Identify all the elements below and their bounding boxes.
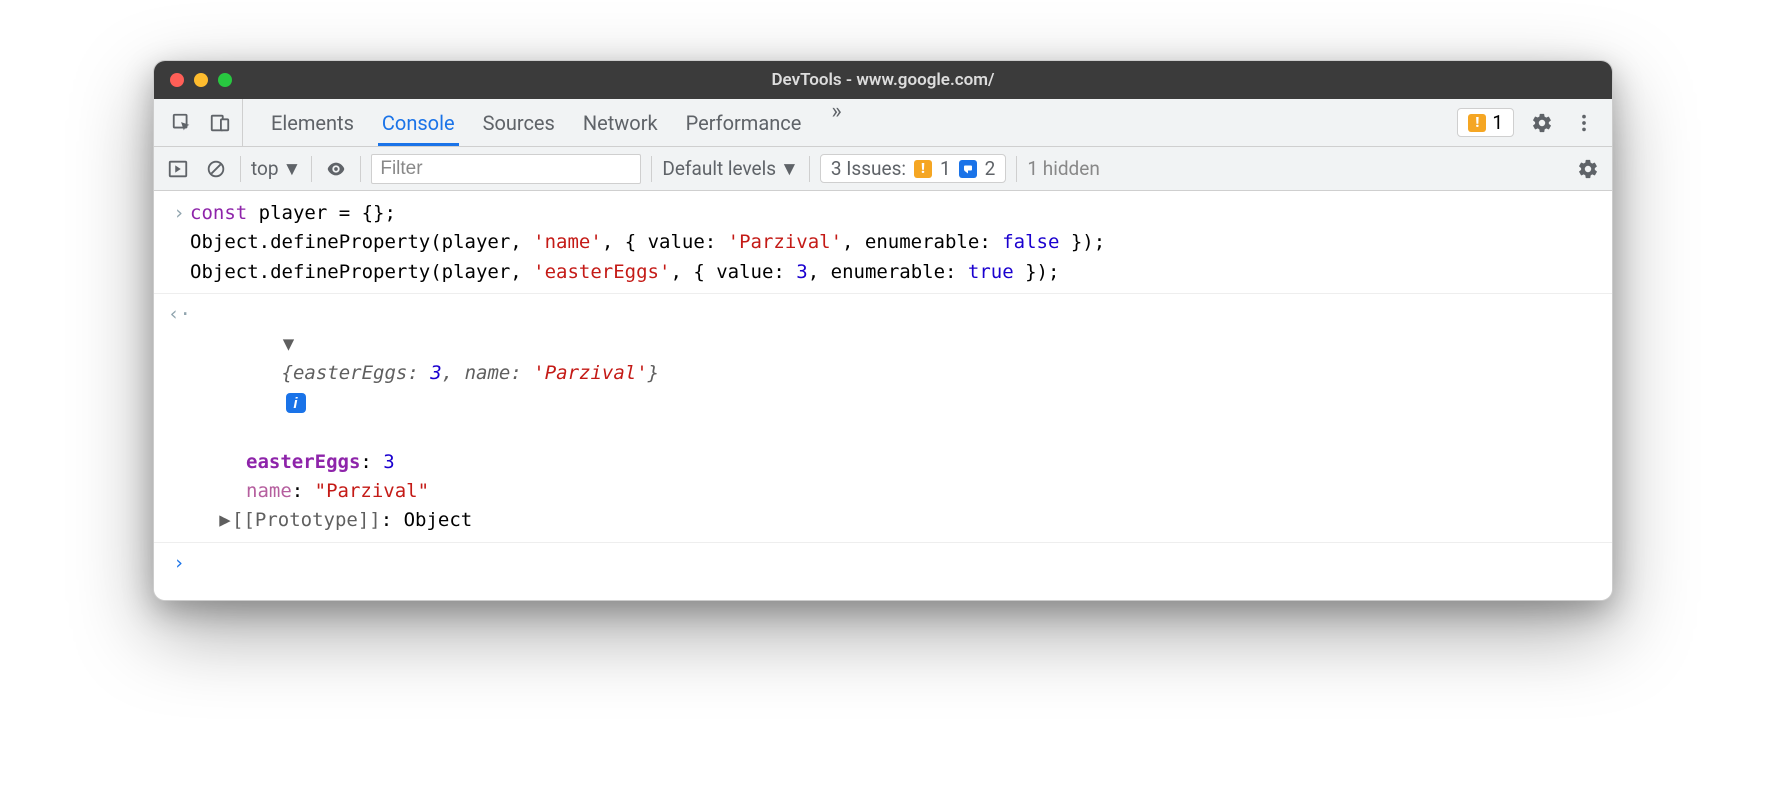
divider: [311, 156, 312, 182]
window-close-button[interactable]: [170, 73, 184, 87]
console-body: › const player = {}; Object.defineProper…: [154, 191, 1612, 600]
more-tabs-button[interactable]: »: [831, 99, 841, 146]
device-toggle-icon[interactable]: [206, 109, 234, 137]
warning-icon: !: [1468, 114, 1486, 132]
info-icon: [959, 160, 977, 178]
issues-chip[interactable]: ! 1: [1457, 108, 1514, 137]
log-levels-selector[interactable]: Default levels ▼: [662, 157, 798, 181]
sidebar-toggle-icon[interactable]: [164, 155, 192, 183]
chevron-down-icon: ▼: [283, 157, 302, 181]
object-property-row: ▶[[Prototype]]: Object: [154, 506, 1612, 535]
issues-info-count: 2: [985, 157, 996, 180]
console-input-line3: Object.defineProperty(player, 'easterEgg…: [190, 258, 1059, 287]
console-output-row: ‹· ▼ {easterEggs: 3, name: 'Parzival'} i: [154, 300, 1612, 447]
window-minimize-button[interactable]: [194, 73, 208, 87]
inspect-tools: [164, 99, 243, 146]
issues-summary[interactable]: 3 Issues: ! 1 2: [820, 154, 1007, 183]
divider: [360, 156, 361, 182]
divider: [651, 156, 652, 182]
inspect-element-icon[interactable]: [168, 109, 196, 137]
main-tabbar: Elements Console Sources Network Perform…: [154, 99, 1612, 147]
object-preview[interactable]: ▼ {easterEggs: 3, name: 'Parzival'} i: [190, 300, 659, 447]
expand-toggle-icon[interactable]: ▶: [218, 506, 232, 535]
traffic-lights: [170, 73, 232, 87]
tab-performance[interactable]: Performance: [682, 99, 806, 146]
divider: [240, 156, 241, 182]
live-expression-icon[interactable]: [322, 155, 350, 183]
divider: [809, 156, 810, 182]
tab-network[interactable]: Network: [579, 99, 662, 146]
settings-icon[interactable]: [1528, 109, 1556, 137]
input-prompt-icon: ›: [168, 549, 190, 578]
warning-icon: !: [914, 160, 932, 178]
chevron-down-icon: ▼: [780, 157, 799, 181]
divider: [1016, 156, 1017, 182]
expand-toggle-icon[interactable]: ▼: [282, 330, 296, 359]
object-property-row: easterEggs: 3: [154, 448, 1612, 477]
issues-chip-count: 1: [1492, 111, 1503, 134]
window-maximize-button[interactable]: [218, 73, 232, 87]
console-prompt-row[interactable]: ›: [154, 549, 1612, 578]
hidden-count-label: 1 hidden: [1027, 157, 1099, 180]
titlebar: DevTools - www.google.com/: [154, 61, 1612, 99]
object-property[interactable]: name: "Parzival": [190, 477, 429, 506]
clear-console-icon[interactable]: [202, 155, 230, 183]
tab-console[interactable]: Console: [378, 99, 459, 146]
main-tabs: Elements Console Sources Network Perform…: [249, 99, 842, 146]
log-levels-label: Default levels: [662, 157, 776, 180]
console-input-line2: Object.defineProperty(player, 'name', { …: [190, 228, 1105, 257]
issues-summary-label: 3 Issues:: [831, 157, 906, 180]
issues-warn-count: 1: [940, 157, 951, 180]
output-prompt-icon: ‹·: [168, 300, 190, 329]
right-controls: ! 1: [1457, 108, 1602, 137]
console-input-row: › const player = {};: [154, 199, 1612, 228]
input-prompt-icon: ›: [168, 199, 190, 228]
console-input-row: Object.defineProperty(player, 'easterEgg…: [154, 258, 1612, 287]
console-input-row: Object.defineProperty(player, 'name', { …: [154, 228, 1612, 257]
filter-input[interactable]: [371, 154, 641, 184]
console-toolbar: top ▼ Default levels ▼ 3 Issues: ! 1 2 1…: [154, 147, 1612, 191]
console-input-line1: const player = {};: [190, 199, 396, 228]
console-prompt-input[interactable]: [190, 549, 201, 578]
devtools-window: DevTools - www.google.com/ Elements Cons…: [153, 60, 1613, 601]
object-property[interactable]: easterEggs: 3: [190, 448, 395, 477]
console-settings-icon[interactable]: [1574, 155, 1602, 183]
window-title: DevTools - www.google.com/: [154, 70, 1612, 90]
tab-elements[interactable]: Elements: [267, 99, 358, 146]
object-property-row: name: "Parzival": [154, 477, 1612, 506]
object-info-badge-icon[interactable]: i: [286, 393, 306, 413]
context-label: top: [251, 157, 279, 180]
context-selector[interactable]: top ▼: [251, 157, 301, 181]
tab-sources[interactable]: Sources: [479, 99, 559, 146]
kebab-menu-icon[interactable]: [1570, 109, 1598, 137]
prototype-row[interactable]: ▶[[Prototype]]: Object: [190, 506, 472, 535]
